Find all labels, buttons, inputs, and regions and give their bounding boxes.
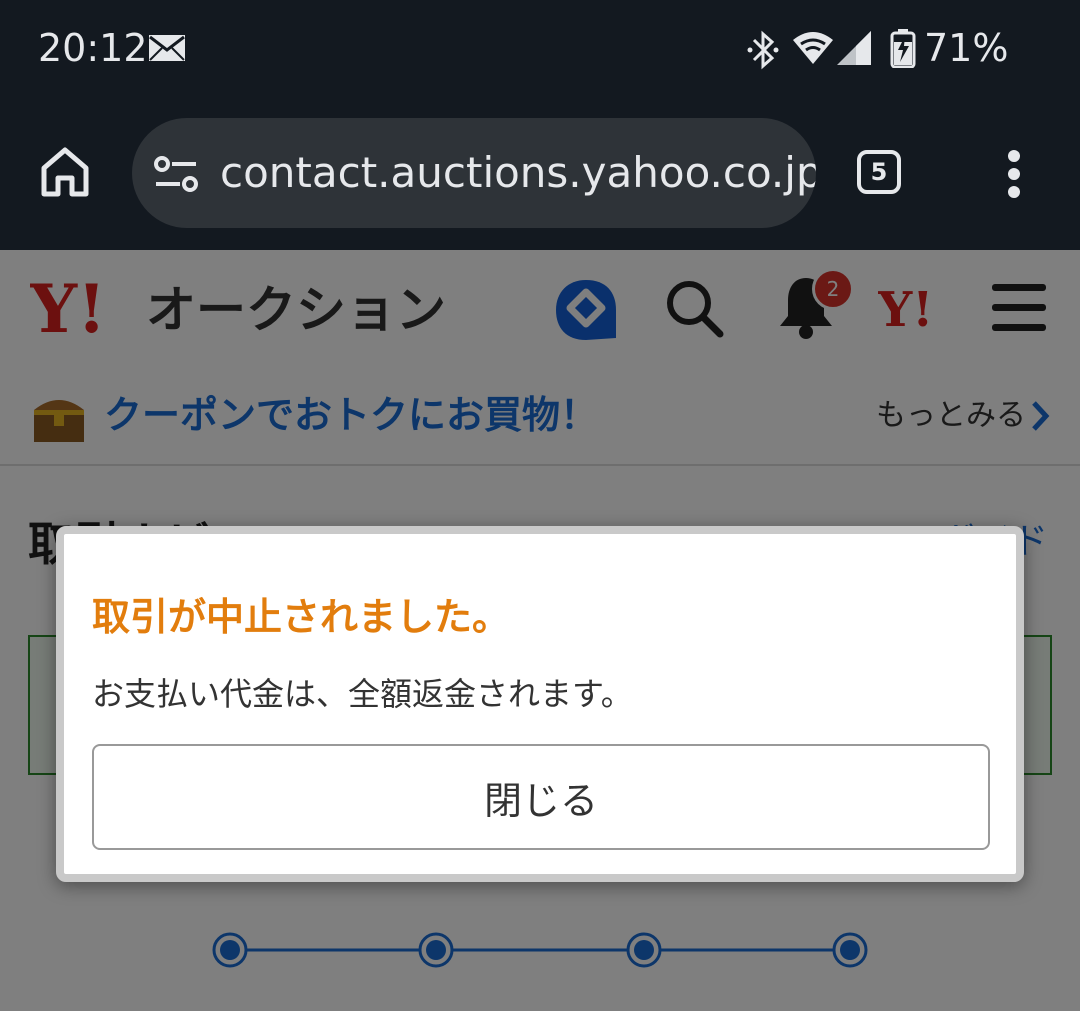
battery-charging-icon [890, 28, 916, 72]
url-text: contact.auctions.yahoo.co.jp [220, 148, 816, 197]
modal-dialog: 取引が中止されました。 お支払い代金は、全額返金されます。 閉じる [56, 526, 1024, 882]
close-button[interactable]: 閉じる [92, 744, 990, 850]
cell-signal-icon [836, 30, 872, 70]
site-settings-icon[interactable] [154, 156, 198, 196]
address-bar[interactable]: contact.auctions.yahoo.co.jp [132, 118, 816, 228]
mail-icon [148, 34, 186, 66]
dialog-title: 取引が中止されました。 [92, 595, 511, 639]
battery-percent: 71% [924, 26, 1009, 70]
wifi-icon [792, 30, 834, 70]
bluetooth-icon [746, 30, 780, 74]
status-bar: 20:12 71% [0, 0, 1080, 100]
tab-switcher-button[interactable]: 5 [857, 150, 901, 194]
more-options-icon[interactable] [1004, 150, 1024, 202]
browser-toolbar: contact.auctions.yahoo.co.jp 5 [0, 100, 1080, 250]
status-time: 20:12 [38, 26, 148, 70]
home-icon[interactable] [40, 146, 90, 202]
dialog-message: お支払い代金は、全額返金されます。 [92, 675, 633, 713]
